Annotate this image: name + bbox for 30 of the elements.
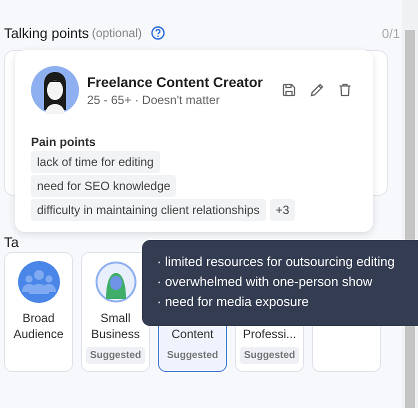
more-chip[interactable]: +3	[270, 199, 296, 221]
persona-details: 25 - 65+ · Doesn't matter	[87, 92, 221, 106]
audience-name: Content	[171, 326, 214, 342]
pain-point-chip: lack of time for editing	[31, 151, 160, 173]
audience-name: Broad Audience	[12, 310, 65, 342]
suggested-tag: Suggested	[240, 347, 300, 364]
help-icon[interactable]	[150, 26, 165, 40]
avatar-icon	[94, 261, 136, 303]
group-icon	[18, 261, 60, 303]
avatar-icon	[31, 66, 79, 114]
section-label: Ta	[4, 234, 20, 250]
tooltip-item: · overwhelmed with one-person show	[157, 273, 374, 291]
save-icon[interactable]	[281, 82, 297, 98]
persona-name: Freelance Content Creator	[87, 74, 263, 90]
optional-hint: (optional)	[92, 26, 142, 40]
pain-point-chip: need for SEO knowledge	[31, 175, 176, 197]
audience-card[interactable]: Small Business Suggested	[81, 252, 150, 372]
tooltip-item: · limited resources for outsourcing editing	[157, 253, 396, 271]
delete-icon[interactable]	[337, 82, 353, 98]
edit-icon[interactable]	[309, 82, 325, 98]
audience-card[interactable]: Broad Audience	[4, 252, 73, 372]
suggested-tag: Suggested	[86, 347, 146, 364]
suggested-tag: Suggested	[162, 347, 222, 364]
section-title: Talking points	[4, 25, 89, 41]
pain-point-chip: difficulty in maintaining client relationships	[31, 199, 266, 221]
audience-name: Professi...	[242, 326, 296, 342]
audience-name: Small Business	[90, 310, 141, 342]
character-counter: 0/1	[382, 26, 400, 40]
pain-points-label: Pain points	[31, 135, 97, 149]
tooltip-item: · need for media exposure	[157, 293, 310, 311]
